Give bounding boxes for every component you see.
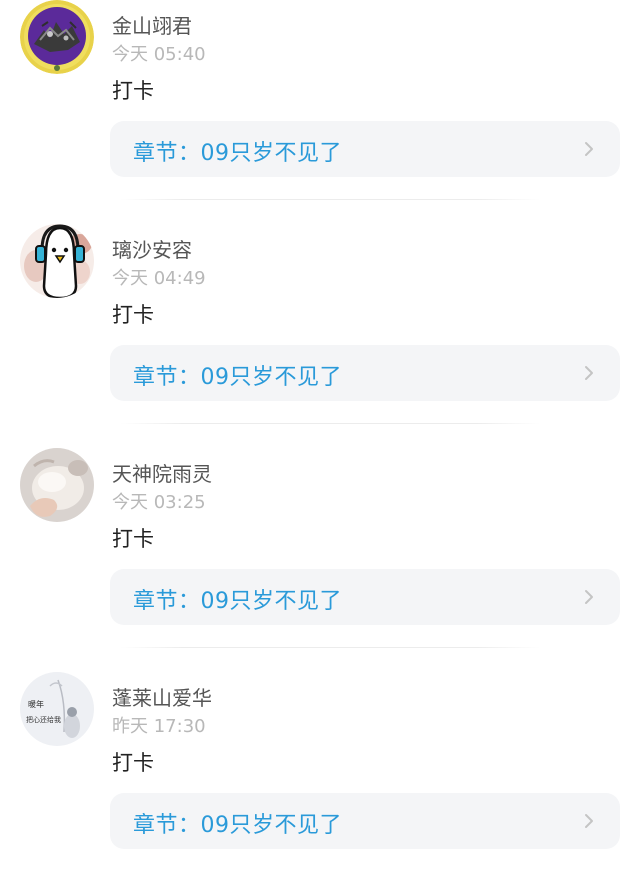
timestamp: 今天 03:25: [112, 492, 206, 513]
avatar[interactable]: [20, 224, 94, 298]
chapter-link-button[interactable]: 章节：09只岁不见了: [110, 569, 620, 625]
comment-text: 打卡: [112, 527, 154, 551]
avatar-text: 把心还给我: [26, 715, 61, 724]
avatar-caption: 暖年 把心还给我: [26, 699, 61, 724]
comment-item: 金山翊君 今天 05:40 打卡 章节：09只岁不见了: [0, 0, 640, 224]
comment-item: 璃沙安容 今天 04:49 打卡 章节：09只岁不见了: [0, 224, 640, 448]
avatar[interactable]: 暖年 把心还给我: [20, 672, 94, 746]
chapter-link-button[interactable]: 章节：09只岁不见了: [110, 121, 620, 177]
comment-text: 打卡: [112, 79, 154, 103]
divider: [120, 199, 540, 200]
chapter-link-button[interactable]: 章节：09只岁不见了: [110, 793, 620, 849]
comment-item: 天神院雨灵 今天 03:25 打卡 章节：09只岁不见了: [0, 448, 640, 672]
avatar-image: [20, 448, 94, 522]
chevron-right-icon: [585, 366, 593, 380]
username[interactable]: 璃沙安容: [112, 234, 192, 263]
avatar-image: [20, 224, 94, 298]
username[interactable]: 金山翊君: [112, 10, 192, 39]
timestamp: 今天 05:40: [112, 44, 206, 65]
chevron-right-icon: [585, 142, 593, 156]
avatar-text: 暖年: [28, 699, 44, 709]
chapter-label: 章节：09只岁不见了: [133, 141, 342, 166]
comment-feed: 金山翊君 今天 05:40 打卡 章节：09只岁不见了 璃沙安容 今天 04:4…: [0, 0, 640, 896]
chapter-link-button[interactable]: 章节：09只岁不见了: [110, 345, 620, 401]
comment-text: 打卡: [112, 303, 154, 327]
username[interactable]: 蓬莱山爱华: [112, 682, 212, 711]
chevron-right-icon: [585, 814, 593, 828]
avatar-image: [20, 0, 94, 74]
chevron-right-icon: [585, 590, 593, 604]
divider: [120, 423, 540, 424]
timestamp: 今天 04:49: [112, 268, 206, 289]
username[interactable]: 天神院雨灵: [112, 458, 212, 487]
divider: [120, 647, 540, 648]
chapter-label: 章节：09只岁不见了: [133, 589, 342, 614]
avatar[interactable]: [20, 448, 94, 522]
chapter-label: 章节：09只岁不见了: [133, 365, 342, 390]
avatar[interactable]: [20, 0, 94, 74]
chapter-label: 章节：09只岁不见了: [133, 813, 342, 838]
timestamp: 昨天 17:30: [112, 716, 206, 737]
comment-text: 打卡: [112, 751, 154, 775]
comment-item: 暖年 把心还给我 蓬莱山爱华 昨天 17:30 打卡 章节：09只岁不见了: [0, 672, 640, 896]
